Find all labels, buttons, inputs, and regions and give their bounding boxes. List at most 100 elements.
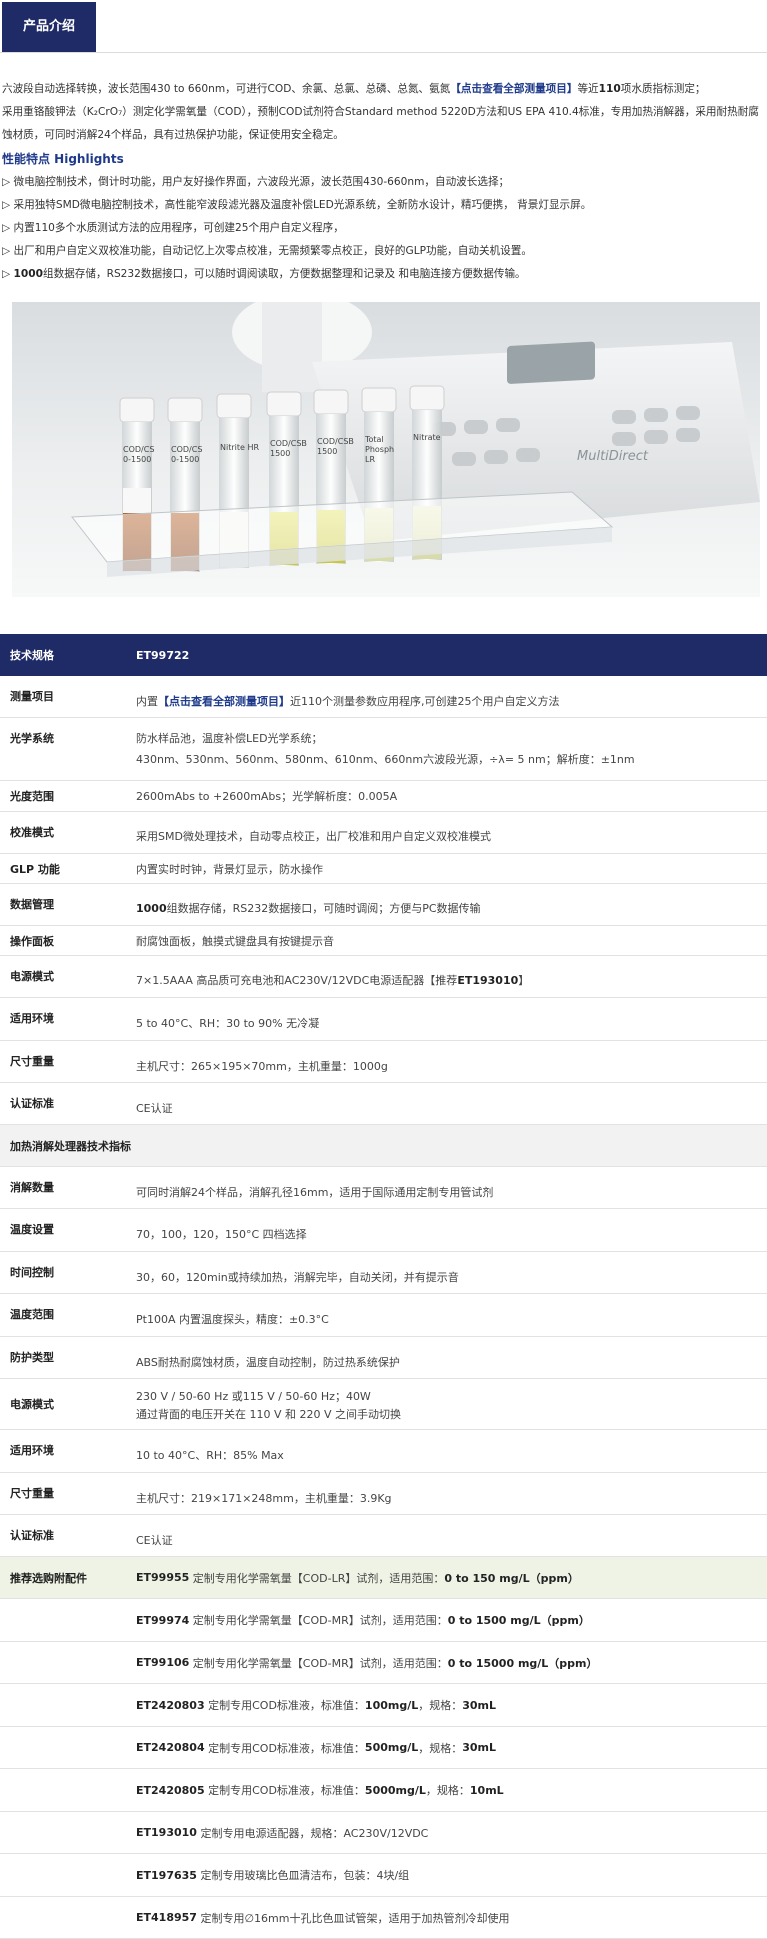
accessory-item: ET2420804 定制专用COD标准液，标准值： 500mg/L ，规格： 30mL — [126, 1727, 767, 1768]
spec-label: 尺寸重量 — [10, 1487, 54, 1500]
accessory-volume: 30mL — [462, 1741, 497, 1754]
spec-label: 测量项目 — [10, 690, 54, 703]
spec-row-optics: 光学系统 防水样品池，温度补偿LED光学系统； 430nm、530nm、560n… — [0, 718, 767, 781]
accessory-row: ET2420805 定制专用COD标准液，标准值： 5000mg/L ，规格： 10m… — [0, 1769, 767, 1812]
spec-label: 温度范围 — [10, 1308, 54, 1321]
intro-text-c: 项水质指标测定； — [620, 83, 706, 95]
spec-label: 消解数量 — [10, 1181, 54, 1194]
photo-illustration: MultiDirect COD/CS 0-1500 COD/CS 0-1500 … — [12, 302, 760, 597]
vial-label: COD/CS 0-1500 — [123, 445, 154, 464]
accessory-row: ET197635 定制专用玻璃比色皿清洁布，包装：4块/组 — [0, 1854, 767, 1897]
spec-value: 5 to 40°C、RH：30 to 90% 无冷凝 — [136, 1017, 320, 1030]
accessory-volume: 30mL — [462, 1698, 497, 1712]
spec-label: 数据管理 — [10, 898, 54, 911]
spec-value: 230 V / 50-60 Hz 或115 V / 50-60 Hz；40W 通… — [126, 1379, 767, 1429]
spec-value: 7×1.5AAA 高品质可充电池和AC230V/12VDC电源适配器【推荐ET1… — [126, 956, 767, 997]
spec-value: CE认证 — [136, 1534, 173, 1547]
accessory-code: ET99974 — [136, 1613, 190, 1627]
spec-label: 认证标准 — [10, 1097, 54, 1110]
device-brand: MultiDirect — [577, 449, 649, 464]
product-page: 产品介绍 六波段自动选择转换，波长范围430 to 660nm，可进行COD、余… — [0, 0, 767, 1939]
spec-value: 主机尺寸：265×195×70mm，主机重量：1000g — [136, 1060, 388, 1073]
accessory-code: ET2420805 — [136, 1783, 205, 1797]
spec-label-empty — [0, 1642, 126, 1683]
measure-items-link[interactable]: 【点击查看全部测量项目】 — [158, 695, 290, 708]
section-tab-bar: 产品介绍 — [0, 0, 767, 53]
spec-text: 组数据存储，RS232数据接口，可随时调阅；方便与PC数据传输 — [166, 902, 481, 915]
accessory-text: 定制专用玻璃比色皿清洁布，包装：4块/组 — [200, 1869, 410, 1882]
spec-row-measure: 测量项目 内置【点击查看全部测量项目】近110个测量参数应用程序,可创建25个用… — [0, 676, 767, 718]
accessory-item: ET193010 定制专用电源适配器，规格：AC230V/12VDC — [126, 1812, 767, 1853]
spec-value: 30，60，120min或持续加热，消解完毕，自动关闭，并有提示音 — [136, 1271, 459, 1284]
accessory-text: ，规格： — [425, 1784, 470, 1797]
all-items-link[interactable]: 【点击查看全部测量项目】 — [450, 83, 577, 95]
accessory-row: ET99106 定制专用化学需氧量【COD-MR】试剂，适用范围： 0 to 15… — [0, 1642, 767, 1684]
accessory-item: ET197635 定制专用玻璃比色皿清洁布，包装：4块/组 — [126, 1854, 767, 1896]
spec-row-power: 电源模式 7×1.5AAA 高品质可充电池和AC230V/12VDC电源适配器【… — [0, 956, 767, 998]
accessory-row: 推荐选购附配件 ET99955 定制专用化学需氧量【COD-LR】试剂，适用范围… — [0, 1557, 767, 1599]
spec-row-size: 尺寸重量 主机尺寸：265×195×70mm，主机重量：1000g — [0, 1041, 767, 1083]
spec-value: CE认证 — [136, 1102, 173, 1115]
spec-label: 光学系统 — [10, 732, 54, 745]
spec-value: ABS耐热耐腐蚀材质，温度自动控制，防过热系统保护 — [136, 1356, 400, 1369]
accessory-text: 定制专用化学需氧量【COD-LR】试剂，适用范围： — [192, 1571, 445, 1585]
accessory-row: ET2420804 定制专用COD标准液，标准值： 500mg/L ，规格： 30mL — [0, 1727, 767, 1769]
spec-text: 内置 — [136, 695, 158, 708]
spec-table: 技术规格 ET99722 测量项目 内置【点击查看全部测量项目】近110个测量参… — [0, 634, 767, 1939]
spec-value: 内置实时时钟，背景灯显示，防水操作 — [136, 862, 323, 876]
spec-value: 10 to 40°C、RH：85% Max — [136, 1449, 284, 1462]
intro-count: 110 — [598, 83, 621, 95]
accessory-code: ET2420803 — [136, 1698, 205, 1712]
accessory-range: 0 to 150 mg/L（ppm） — [444, 1571, 579, 1585]
spec-text: 】 — [518, 974, 530, 987]
spec-label-empty — [0, 1812, 126, 1853]
digester-row-size: 尺寸重量 主机尺寸：219×171×248mm，主机重量：3.9Kg — [0, 1473, 767, 1515]
spec-text: ET193010 — [457, 974, 519, 987]
tab-product-intro[interactable]: 产品介绍 — [2, 2, 96, 52]
accessory-value: 5000mg/L — [364, 1783, 426, 1797]
vial-label: COD/CS 0-1500 — [171, 445, 202, 464]
highlight-item: ▷ 采用独特SMD微电脑控制技术，高性能窄波段滤光器及温度补偿LED光源系统，全… — [2, 199, 592, 211]
bullet-arrow: ▷ — [2, 268, 11, 280]
accessory-text: 定制专用化学需氧量【COD-MR】试剂，适用范围： — [192, 1614, 448, 1627]
digester-row-environment: 适用环境 10 to 40°C、RH：85% Max — [0, 1430, 767, 1473]
accessory-code: ET193010 — [136, 1826, 197, 1839]
accessory-volume: 10mL — [469, 1783, 504, 1797]
spec-label-empty — [0, 1854, 126, 1896]
digester-row-power: 电源模式 230 V / 50-60 Hz 或115 V / 50-60 Hz；… — [0, 1379, 767, 1430]
spec-value: 主机尺寸：219×171×248mm，主机重量：3.9Kg — [136, 1492, 392, 1505]
digester-row-temp: 温度设置 70，100，120，150°C 四档选择 — [0, 1209, 767, 1252]
product-photo: MultiDirect COD/CS 0-1500 COD/CS 0-1500 … — [12, 302, 760, 597]
intro-text: 六波段自动选择转换，波长范围430 to 660nm，可进行COD、余氯、总氯、… — [2, 78, 762, 286]
spec-label: 操作面板 — [10, 934, 54, 948]
accessory-text: 定制专用电源适配器，规格：AC230V/12VDC — [200, 1826, 429, 1840]
spec-label: GLP 功能 — [10, 862, 60, 876]
accessory-text: ，规格： — [418, 1699, 463, 1712]
spec-label: 适用环境 — [10, 1444, 54, 1457]
spec-text: 防水样品池，温度补偿LED光学系统； — [136, 732, 323, 745]
spec-header-label: 技术规格 — [10, 649, 54, 662]
accessory-item: ET2420805 定制专用COD标准液，标准值： 5000mg/L ，规格： 10m… — [126, 1769, 767, 1811]
spec-value: Pt100A 内置温度探头，精度：±0.3°C — [136, 1313, 329, 1326]
spec-label: 尺寸重量 — [10, 1055, 54, 1068]
spec-label: 电源模式 — [10, 970, 54, 983]
section-title: 加热消解处理器技术指标 — [10, 1139, 131, 1153]
accessory-code: ET99955 — [136, 1571, 190, 1584]
spec-label-empty — [0, 1727, 126, 1768]
spec-text: 1000 — [136, 902, 167, 915]
accessory-item: ET2420803 定制专用COD标准液，标准值： 100mg/L ，规格： 30mL — [126, 1684, 767, 1726]
spec-label: 认证标准 — [10, 1529, 54, 1542]
intro-text-b: 等近 — [577, 83, 599, 95]
spec-value: 防水样品池，温度补偿LED光学系统； 430nm、530nm、560nm、580… — [126, 718, 767, 780]
accessory-text: 定制专用COD标准液，标准值： — [208, 1741, 365, 1755]
accessory-item: ET99974 定制专用化学需氧量【COD-MR】试剂，适用范围： 0 to 15… — [126, 1599, 767, 1641]
digester-row-certification: 认证标准 CE认证 — [0, 1515, 767, 1557]
accessory-value: 500mg/L — [364, 1741, 419, 1754]
highlight-text: 组数据存储，RS232数据接口，可以随时调阅读取，方便数据整理和记录及 和电脑连… — [43, 268, 526, 280]
spec-row-glp: GLP 功能 内置实时时钟，背景灯显示，防水操作 — [0, 854, 767, 884]
spec-value: 2600mAbs to +2600mAbs；光学解析度：0.005A — [136, 790, 398, 803]
vial-label: Nitrate — [413, 433, 441, 442]
spec-label-empty — [0, 1599, 126, 1641]
accessory-range: 0 to 1500 mg/L（ppm） — [447, 1614, 590, 1627]
spec-text: 7×1.5AAA 高品质可充电池和AC230V/12VDC电源适配器【推荐 — [136, 974, 458, 987]
